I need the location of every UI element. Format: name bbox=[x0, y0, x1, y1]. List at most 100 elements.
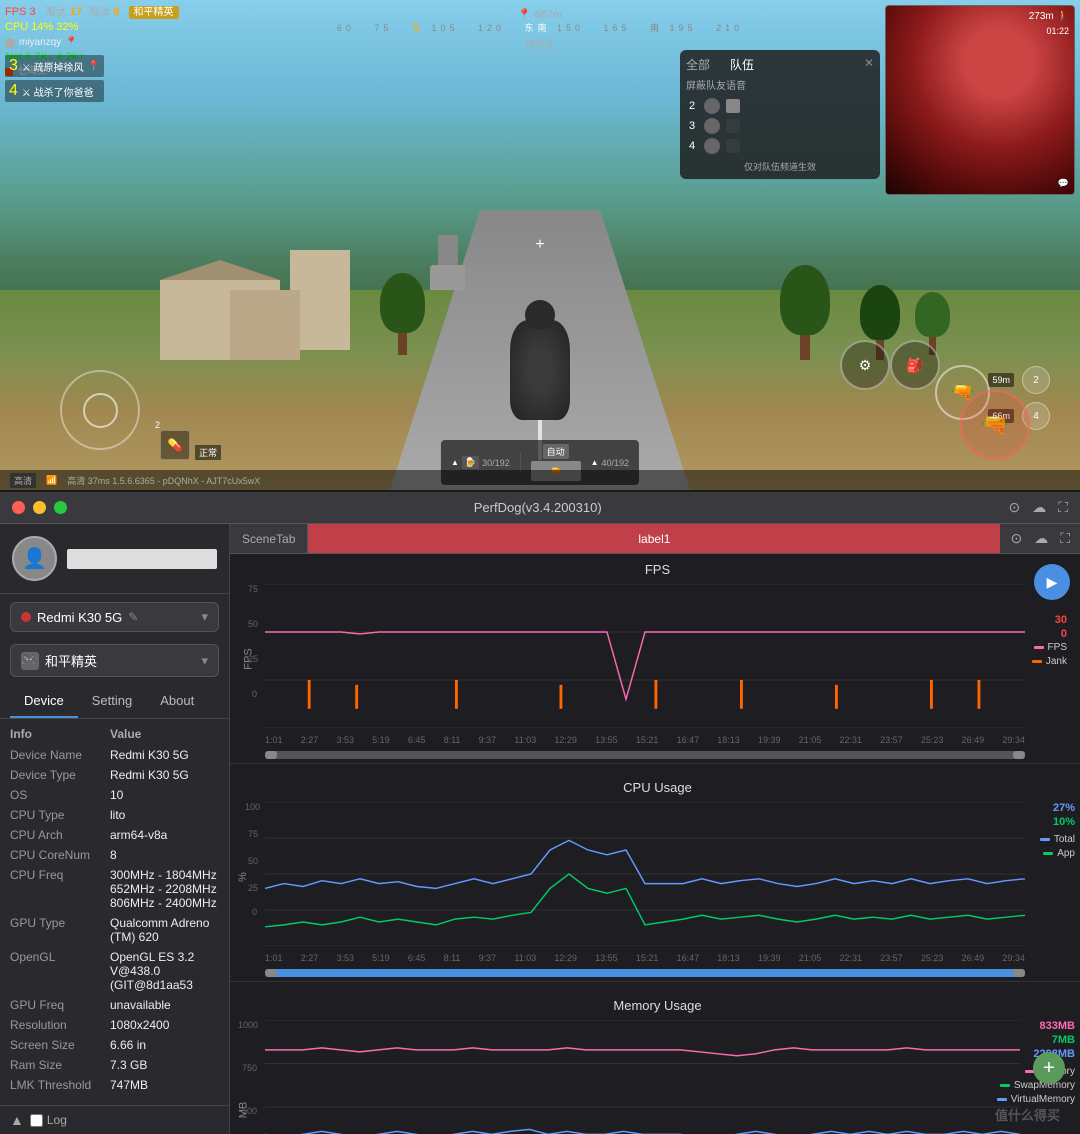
info-row: CPU CoreNum8 bbox=[0, 845, 229, 865]
compass: 📍 667m 60 75 东 105 120 东南 150 165 南 195 … bbox=[337, 8, 743, 51]
memory-chart: Memory Usage MB bbox=[230, 990, 1080, 1134]
info-key: CPU CoreNum bbox=[10, 848, 110, 862]
info-row: GPU Frequnavailable bbox=[0, 995, 229, 1015]
info-key: LMK Threshold bbox=[10, 1078, 110, 1092]
fps-y-0: 0 bbox=[252, 689, 257, 699]
device-selector[interactable]: Redmi K30 5G ✎ ▾ bbox=[10, 602, 219, 632]
crosshair: + bbox=[535, 236, 544, 254]
info-table: Info Value Device NameRedmi K30 5GDevice… bbox=[0, 719, 229, 1105]
item-count: 2 bbox=[155, 420, 160, 430]
cpu-scrollbar[interactable] bbox=[265, 965, 1025, 977]
gear-actions[interactable]: ⚙ bbox=[840, 340, 890, 390]
fps-chart-title: FPS bbox=[285, 562, 1030, 577]
info-row: CPU Archarm64-v8a bbox=[0, 825, 229, 845]
cloud-upload-icon[interactable]: ☁ bbox=[1034, 530, 1048, 547]
device-name: Redmi K30 5G bbox=[37, 610, 122, 625]
memory-chart-area bbox=[265, 1020, 1020, 1134]
fullscreen-icon[interactable]: ⛶ bbox=[1058, 499, 1068, 516]
team-panel: 全部 队伍 ✕ 屏蔽队友语音 2 3 4 仅对队伍频道生效 bbox=[680, 50, 880, 179]
cpu-y-75: 75 bbox=[248, 829, 258, 839]
info-row: LMK Threshold747MB bbox=[0, 1075, 229, 1095]
tree bbox=[380, 273, 425, 355]
status-normal: 正常 bbox=[195, 445, 221, 460]
info-row: GPU TypeQualcomm Adreno (TM) 620 bbox=[0, 913, 229, 947]
location-icon[interactable]: ⊙ bbox=[1010, 530, 1022, 547]
scrollbar-handle-left[interactable] bbox=[265, 969, 277, 977]
kill-feed: 3 ⚔ 疏原掉徐风 📍 4 ⚔ 战杀了你爸爸 bbox=[5, 55, 104, 105]
fps-scrollbar[interactable] bbox=[265, 747, 1025, 759]
info-row: Device TypeRedmi K30 5G bbox=[0, 765, 229, 785]
info-row: Screen Size6.66 in bbox=[0, 1035, 229, 1055]
cpu-y-25: 25 bbox=[248, 883, 258, 893]
info-value: 300MHz - 1804MHz 652MHz - 2208MHz 806MHz… bbox=[110, 868, 219, 910]
fps-chart-area bbox=[265, 584, 1025, 728]
close-button[interactable] bbox=[12, 501, 25, 514]
info-row: OpenGLOpenGL ES 3.2 V@438.0 (GIT@8d1aa53 bbox=[0, 947, 229, 995]
device-status-dot bbox=[21, 612, 31, 622]
memory-chart-title: Memory Usage bbox=[285, 998, 1030, 1013]
tab-setting[interactable]: Setting bbox=[78, 685, 146, 718]
fps-legend-fps: FPS bbox=[1034, 642, 1067, 653]
fire-button[interactable]: 🔫 bbox=[960, 390, 1030, 460]
mem-y-500: 500 bbox=[242, 1106, 257, 1116]
scrollbar-thumb[interactable] bbox=[265, 751, 1025, 759]
scrollbar-handle-right[interactable] bbox=[1013, 969, 1025, 977]
info-key: Device Type bbox=[10, 768, 110, 782]
fps-value-30: 30 bbox=[1055, 614, 1067, 626]
info-key: CPU Arch bbox=[10, 828, 110, 842]
info-row: Device NameRedmi K30 5G bbox=[0, 745, 229, 765]
info-key: GPU Type bbox=[10, 916, 110, 930]
titlebar: PerfDog(v3.4.200310) ⊙ ☁ ⛶ bbox=[0, 492, 1080, 524]
tab-about[interactable]: About bbox=[146, 685, 208, 718]
cpu-y-100: 100 bbox=[245, 802, 260, 812]
right-panel: SceneTab label1 ⊙ ☁ ⛶ ▶ FPS FPS bbox=[230, 524, 1080, 1134]
info-header: Info Value bbox=[0, 723, 229, 745]
sidebar-bottom: ▲ Log bbox=[0, 1105, 229, 1134]
watermark: 值什么得买 bbox=[995, 1105, 1060, 1124]
minimize-button[interactable] bbox=[33, 501, 46, 514]
scrollbar-handle-left[interactable] bbox=[265, 751, 277, 759]
joystick-left[interactable] bbox=[60, 370, 140, 450]
scrollbar-thumb[interactable] bbox=[265, 969, 1025, 977]
bag-action[interactable]: 🎒 bbox=[890, 340, 940, 390]
scene-tab-content[interactable]: label1 bbox=[308, 524, 1000, 553]
fps-y-75: 75 bbox=[248, 584, 258, 594]
scene-tab-actions: ⊙ ☁ ⛶ bbox=[1000, 524, 1080, 553]
maximize-button[interactable] bbox=[54, 501, 67, 514]
info-value: OpenGL ES 3.2 V@438.0 (GIT@8d1aa53 bbox=[110, 950, 219, 992]
mem-value-swap: 7MB bbox=[1052, 1034, 1075, 1046]
cpu-chart-title: CPU Usage bbox=[285, 780, 1030, 795]
fps-y-25: 25 bbox=[248, 654, 258, 664]
titlebar-icons: ⊙ ☁ ⛶ bbox=[1008, 499, 1068, 516]
fps-legend-jank: Jank bbox=[1032, 656, 1067, 667]
info-value: 747MB bbox=[110, 1078, 219, 1092]
item-slot: 💊 bbox=[160, 430, 190, 460]
game-selector[interactable]: 🎮 和平精英 ▾ bbox=[10, 644, 219, 677]
info-value: 6.66 in bbox=[110, 1038, 219, 1052]
avatar: 👤 bbox=[12, 536, 57, 581]
mem-y-750: 750 bbox=[242, 1063, 257, 1073]
info-value: Qualcomm Adreno (TM) 620 bbox=[110, 916, 219, 944]
info-value: arm64-v8a bbox=[110, 828, 219, 842]
cloud-icon[interactable]: ☁ bbox=[1032, 499, 1046, 516]
perfdog-window: PerfDog(v3.4.200310) ⊙ ☁ ⛶ 👤 Redmi K30 5… bbox=[0, 492, 1080, 1134]
window-title: PerfDog(v3.4.200310) bbox=[75, 500, 1000, 515]
maximize-icon[interactable]: ⛶ bbox=[1060, 530, 1070, 547]
tab-device[interactable]: Device bbox=[10, 685, 78, 718]
water-tower bbox=[430, 235, 465, 290]
edit-icon[interactable]: ✎ bbox=[128, 610, 138, 624]
game-area: FPS 3 淘汰 17 淘汰 8 和平精英 CPU 14% 32% miyanz… bbox=[0, 0, 1080, 490]
info-value: 8 bbox=[110, 848, 219, 862]
info-value: unavailable bbox=[110, 998, 219, 1012]
fps-y-50: 50 bbox=[248, 619, 258, 629]
chevron-down-icon: ▾ bbox=[201, 653, 208, 669]
fps-x-labels: 1:01 2:27 3:53 5:19 6:45 8:11 9:37 11:03… bbox=[265, 735, 1025, 745]
scrollbar-handle-right[interactable] bbox=[1013, 751, 1025, 759]
mem-legend-swap: SwapMemory bbox=[1000, 1080, 1075, 1091]
scroll-up-button[interactable]: ▲ bbox=[10, 1112, 24, 1128]
add-chart-button[interactable]: + bbox=[1033, 1052, 1065, 1084]
location-icon[interactable]: ⊙ bbox=[1008, 499, 1020, 516]
log-check-input[interactable] bbox=[30, 1114, 43, 1127]
profile-section: 👤 bbox=[0, 524, 229, 594]
log-checkbox[interactable]: Log bbox=[30, 1113, 67, 1127]
